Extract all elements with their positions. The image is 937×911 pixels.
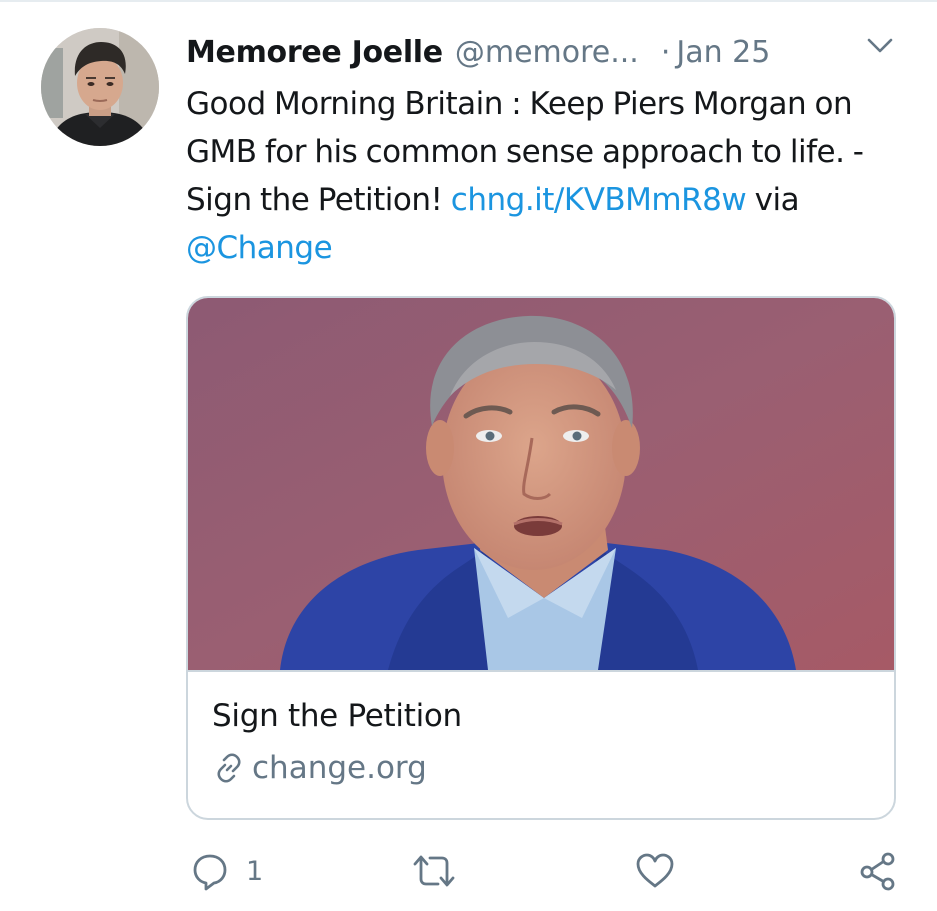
reply-icon — [193, 854, 227, 891]
card-image — [188, 298, 894, 670]
tweet-header: Memoree Joelle @memore... · Jan 25 — [186, 30, 906, 74]
link-icon — [217, 753, 241, 783]
tweet-via-text: via — [746, 182, 800, 218]
share-icon — [860, 852, 895, 891]
reply-button[interactable]: 1 — [190, 846, 263, 896]
mention-link[interactable]: @Change — [186, 230, 333, 266]
author-avatar[interactable] — [41, 28, 159, 146]
card-divider — [188, 670, 894, 672]
author-display-name[interactable]: Memoree Joelle — [186, 35, 443, 70]
tweet-action-bar: 1 — [186, 846, 906, 896]
card-title: Sign the Petition — [212, 698, 462, 734]
like-button[interactable] — [634, 846, 676, 896]
reply-count: 1 — [246, 855, 264, 887]
author-handle[interactable]: @memore... — [455, 35, 639, 70]
heart-icon — [636, 853, 674, 888]
retweet-button[interactable] — [412, 846, 456, 896]
top-divider — [0, 0, 937, 2]
card-domain-text: change.org — [252, 750, 427, 786]
tweet-menu-button[interactable] — [866, 36, 894, 56]
tweet-url-link[interactable]: chng.it/KVBMmR8w — [451, 182, 747, 218]
tweet-text: Good Morning Britain : Keep Piers Morgan… — [186, 80, 906, 272]
chevron-down-icon — [867, 38, 893, 53]
link-preview-card[interactable]: Sign the Petition change.org — [186, 296, 896, 820]
tweet-date[interactable]: Jan 25 — [676, 35, 770, 70]
retweet-icon — [413, 855, 455, 887]
card-domain: change.org — [212, 750, 427, 786]
share-button[interactable] — [858, 846, 898, 896]
user-avatar-photo — [41, 28, 159, 146]
header-separator: · — [660, 34, 671, 70]
man-portrait-photo — [188, 298, 894, 670]
